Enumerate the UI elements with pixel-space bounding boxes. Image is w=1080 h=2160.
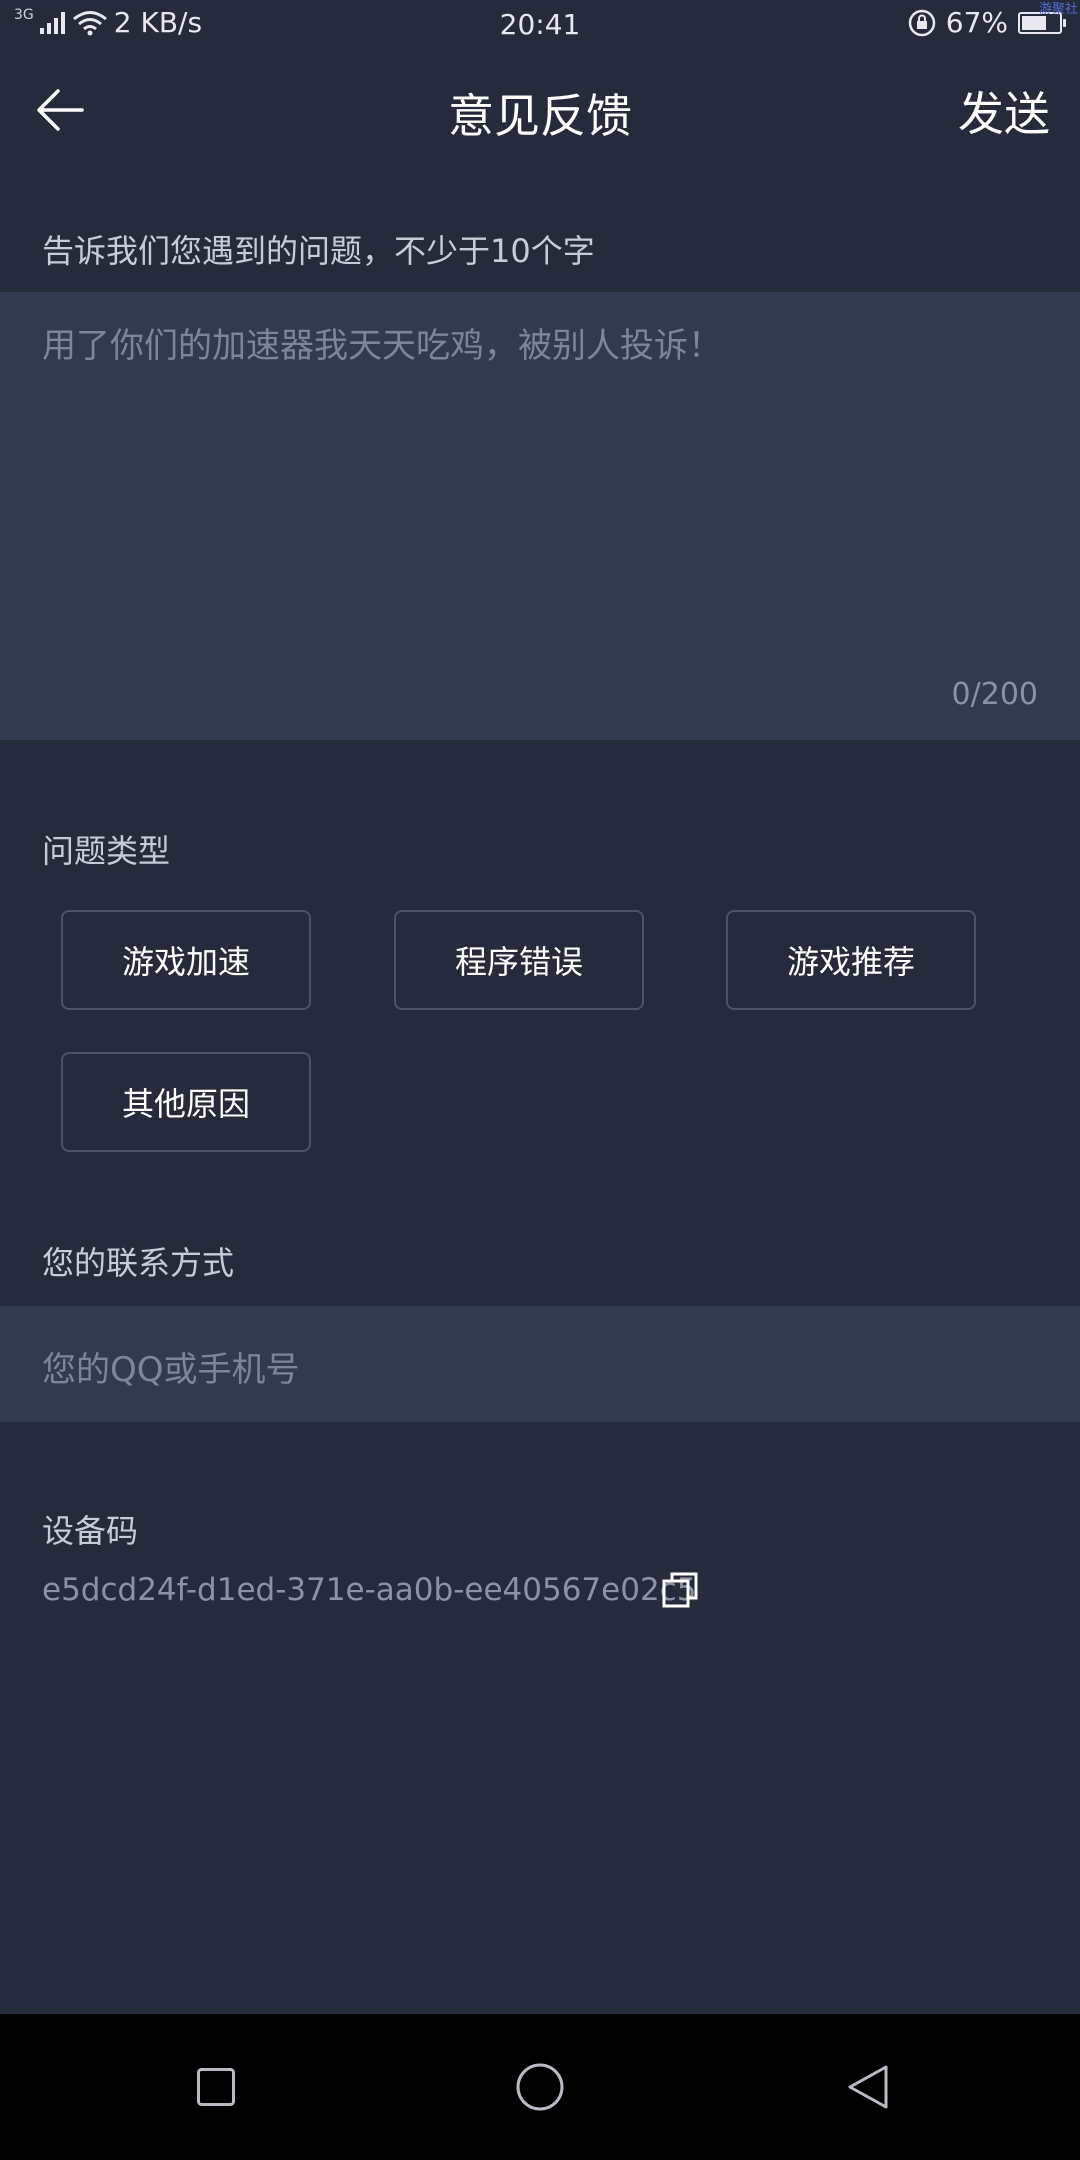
battery-percent: 67% [945, 6, 1008, 39]
battery-level [1022, 15, 1047, 30]
nav-home-button[interactable] [515, 2062, 565, 2112]
issue-type-game-boost[interactable]: 游戏加速 [61, 910, 311, 1010]
feedback-label: 告诉我们您遇到的问题，不少于10个字 [42, 232, 595, 270]
circle-icon [516, 2063, 564, 2111]
feedback-textarea[interactable]: 用了你们的加速器我天天吃鸡，被别人投诉！ 0/200 [0, 292, 1080, 740]
triangle-icon [848, 2065, 888, 2109]
issue-type-label: 问题类型 [42, 832, 171, 870]
contact-placeholder: 您的QQ或手机号 [42, 1350, 300, 1390]
device-code: e5dcd24f-d1ed-371e-aa0b-ee40567e02c5 [42, 1572, 697, 1608]
square-icon [197, 2068, 235, 2106]
nav-back-button[interactable] [843, 2062, 893, 2112]
issue-type-other[interactable]: 其他原因 [61, 1052, 311, 1152]
feedback-placeholder: 用了你们的加速器我天天吃鸡，被别人投诉！ [42, 326, 722, 366]
header: 意见反馈 发送 [0, 50, 1080, 170]
arrow-left-icon [37, 89, 84, 131]
issue-type-game-recommend[interactable]: 游戏推荐 [726, 910, 976, 1010]
contact-label: 您的联系方式 [42, 1244, 235, 1282]
page-title: 意见反馈 [448, 89, 632, 143]
char-counter: 0/200 [951, 677, 1038, 712]
rotation-lock-icon [908, 9, 936, 36]
send-button[interactable]: 发送 [958, 78, 1050, 144]
system-nav-bar [0, 2014, 1080, 2160]
nav-recent-button[interactable] [191, 2062, 241, 2112]
issue-type-program-error[interactable]: 程序错误 [394, 910, 644, 1010]
contact-input[interactable]: 您的QQ或手机号 [0, 1306, 1080, 1422]
status-bar: 3G 2 KB/s 20:41 67% 游聚社 [0, 0, 1080, 50]
watermark: 游聚社 [1038, 2, 1078, 17]
back-button[interactable] [28, 78, 92, 142]
device-code-label: 设备码 [42, 1512, 139, 1550]
copy-button[interactable] [660, 1570, 700, 1610]
copy-icon [662, 1572, 698, 1608]
